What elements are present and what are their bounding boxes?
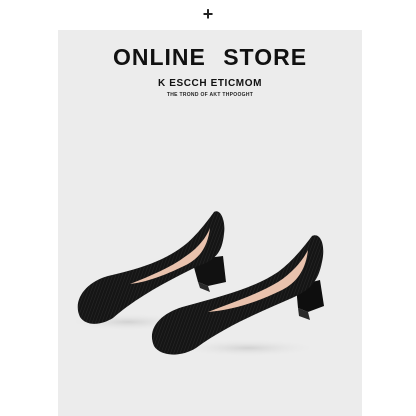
shoe-product-image	[66, 211, 324, 357]
page: + ONLINE STORE K ESCCH ETICMOM THE TROND…	[0, 0, 416, 416]
plus-icon[interactable]: +	[0, 4, 416, 24]
product-banner: ONLINE STORE K ESCCH ETICMOM THE TROND O…	[58, 30, 362, 416]
